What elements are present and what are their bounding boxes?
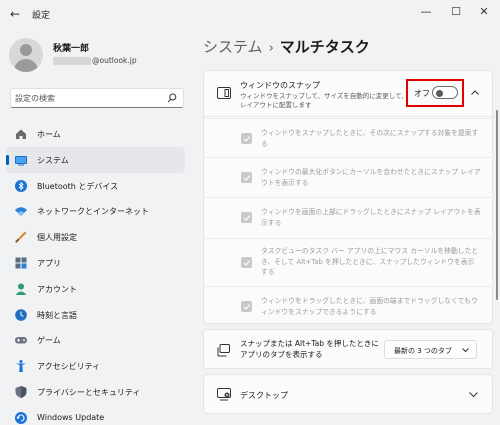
title-bar: ← 設定 — ☐ ✕ — [0, 0, 500, 28]
snap-option: ウィンドウを画面の上部にドラッグしたときにスナップ レイアウトを表示する — [204, 197, 494, 237]
avatar[interactable] — [9, 38, 43, 72]
sidebar-item-home[interactable]: ホーム — [6, 121, 185, 147]
sidebar-item-accounts[interactable]: アカウント — [6, 276, 185, 302]
sidebar-item-privacy[interactable]: プライバシーとセキュリティ — [6, 379, 185, 405]
sidebar-item-label: アプリ — [37, 258, 61, 268]
snap-option-checkbox[interactable] — [241, 212, 252, 223]
sidebar-item-personalization[interactable]: 個人用設定 — [6, 224, 185, 250]
settings-window: ← 設定 — ☐ ✕ 秋葉一郎 @outlook.jp ホーム — [0, 0, 500, 425]
snap-option-label: ウィンドウをスナップしたときに、その次にスナップする対象を提案する — [261, 129, 479, 148]
snap-option: タスクビューのタスク バー アプリの上にマウス カーソルを移動したとき、そして … — [204, 238, 494, 285]
home-icon — [16, 129, 26, 139]
sidebar-item-label: 個人用設定 — [37, 233, 77, 243]
snap-option-label: ウィンドウを画面の上部にドラッグしたときにスナップ レイアウトを表示する — [261, 208, 481, 227]
wifi-icon — [15, 207, 27, 217]
desktop-card[interactable]: デスクトップ — [203, 374, 493, 414]
sidebar-item-label: アクセシビリティ — [37, 362, 101, 372]
desktop-icon — [217, 388, 231, 401]
profile-name: 秋葉一郎 — [53, 44, 90, 54]
sidebar-item-gaming[interactable]: ゲーム — [6, 327, 185, 353]
chevron-down-icon — [462, 348, 469, 353]
snap-option-label: ウィンドウの最大化ボタンにカーソルを合わせたときにスナップ レイアウトを表示する — [261, 168, 481, 187]
sidebar-item-bluetooth[interactable]: Bluetooth とデバイス — [6, 173, 185, 199]
accessibility-icon — [16, 360, 26, 373]
alt-tab-dropdown[interactable]: 最新の 3 つのタブ — [384, 340, 477, 359]
snap-option-label: ウィンドウをドラッグしたときに、画面の端までドラッグしなくてもウィンドウをスナッ… — [261, 297, 478, 316]
maximize-button[interactable]: ☐ — [444, 3, 468, 21]
sidebar-nav: ホーム システム Bluetooth とデバイス ネットワークとインターネット — [6, 121, 185, 425]
selection-indicator — [6, 154, 9, 165]
apps-icon — [15, 257, 27, 269]
sidebar-item-windows-update[interactable]: Windows Update — [6, 405, 185, 425]
snap-option-checkbox[interactable] — [241, 301, 252, 312]
scrollbar[interactable] — [496, 110, 498, 300]
snap-option-checkbox[interactable] — [241, 172, 252, 183]
search-icon[interactable] — [167, 93, 177, 103]
alt-tab-card: スナップまたは Alt+Tab を押したときにアプリのタブを表示する 最新の 3… — [203, 329, 493, 369]
alt-tab-label: スナップまたは Alt+Tab を押したときにアプリのタブを表示する — [240, 339, 379, 359]
toggle-state-label: オフ — [414, 89, 430, 98]
snap-option: ウィンドウをスナップしたときに、その次にスナップする対象を提案する — [204, 118, 494, 156]
system-icon — [15, 155, 27, 166]
dropdown-value: 最新の 3 つのタブ — [394, 347, 452, 355]
snap-windows-toggle[interactable] — [432, 86, 458, 99]
breadcrumb: システム › マルチタスク — [203, 36, 370, 57]
snap-windows-title: ウィンドウのスナップ — [240, 81, 320, 90]
update-icon — [15, 411, 27, 424]
search-box[interactable] — [10, 88, 184, 108]
back-button[interactable]: ← — [6, 5, 24, 23]
sidebar-item-system[interactable]: システム — [6, 146, 185, 173]
snap-windows-description: ウィンドウをスナップして、サイズを自動的に変更して、レイアウトに配置します — [240, 92, 408, 109]
chevron-down-icon[interactable] — [469, 391, 478, 398]
app-title: 設定 — [32, 11, 51, 21]
sidebar-item-accessibility[interactable]: アクセシビリティ — [6, 353, 185, 379]
page-title: マルチタスク — [279, 38, 370, 56]
brush-icon — [15, 231, 27, 243]
snap-option-label: タスクビューのタスク バー アプリの上にマウス カーソルを移動したとき、そして … — [261, 247, 479, 276]
snap-option-checkbox[interactable] — [241, 133, 252, 144]
search-input[interactable] — [15, 92, 165, 105]
shield-icon — [15, 385, 27, 398]
sidebar-item-label: アカウント — [37, 284, 77, 294]
breadcrumb-separator: › — [268, 41, 274, 56]
breadcrumb-parent[interactable]: システム — [203, 38, 263, 56]
sidebar-item-time-language[interactable]: 時刻と言語 — [6, 302, 185, 328]
sidebar-item-label: ゲーム — [37, 336, 61, 346]
minimize-button[interactable]: — — [414, 3, 438, 21]
email-redacted — [53, 57, 91, 65]
time-language-icon — [15, 308, 27, 321]
sidebar-item-label: プライバシーとセキュリティ — [37, 387, 141, 397]
snap-option: ウィンドウの最大化ボタンにカーソルを合わせたときにスナップ レイアウトを表示する — [204, 157, 494, 196]
chevron-up-icon[interactable] — [470, 88, 480, 98]
snap-option: ウィンドウをドラッグしたときに、画面の端までドラッグしなくてもウィンドウをスナッ… — [204, 286, 494, 324]
sidebar-item-apps[interactable]: アプリ — [6, 250, 185, 276]
snap-option-checkbox[interactable] — [241, 257, 252, 268]
tabs-icon — [217, 344, 230, 357]
sidebar-item-label: ネットワークとインターネット — [37, 207, 149, 217]
sidebar-item-label: Bluetooth とデバイス — [37, 181, 119, 191]
sidebar-item-label: ホーム — [37, 130, 61, 139]
gamepad-icon — [15, 337, 27, 344]
snap-window-icon — [217, 87, 231, 99]
snap-windows-card: ウィンドウのスナップ ウィンドウをスナップして、サイズを自動的に変更して、レイア… — [203, 70, 494, 324]
profile-email: @outlook.jp — [92, 56, 137, 65]
desktop-label: デスクトップ — [240, 391, 288, 400]
sidebar-item-label: システム — [37, 155, 69, 165]
toggle-knob — [436, 89, 443, 97]
bluetooth-icon — [15, 179, 27, 192]
sidebar-item-label: 時刻と言語 — [37, 310, 77, 320]
account-icon — [15, 283, 27, 295]
snap-windows-header[interactable]: ウィンドウのスナップ ウィンドウをスナップして、サイズを自動的に変更して、レイア… — [204, 71, 494, 117]
sidebar-item-network[interactable]: ネットワークとインターネット — [6, 198, 185, 224]
close-button[interactable]: ✕ — [472, 3, 496, 21]
sidebar-item-label: Windows Update — [37, 412, 105, 422]
